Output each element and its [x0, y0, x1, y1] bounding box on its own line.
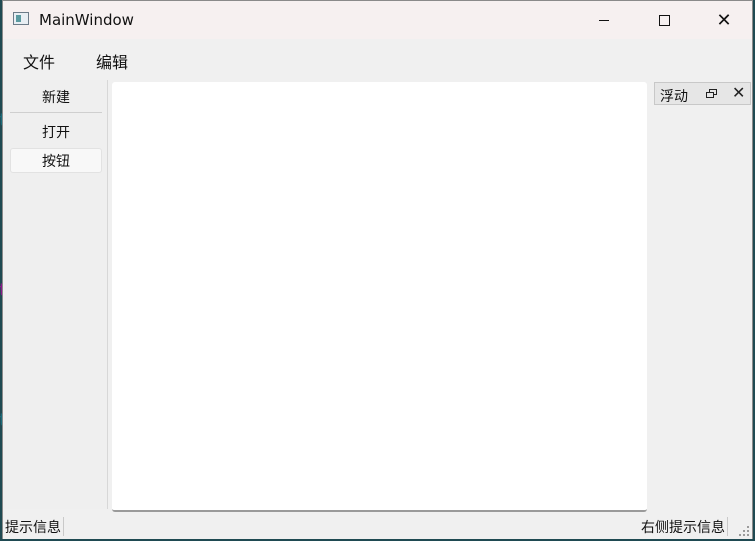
close-button[interactable]: ✕	[695, 1, 753, 39]
tool-bar: 新建 打开 按钮	[4, 80, 108, 509]
menu-edit[interactable]: 编辑	[96, 49, 128, 73]
float-icon[interactable]	[706, 89, 718, 99]
title-bar[interactable]: MainWindow ✕	[3, 1, 752, 39]
dock-title: 浮动	[660, 89, 688, 105]
open-button[interactable]: 打开	[10, 119, 102, 144]
push-button[interactable]: 按钮	[10, 148, 102, 173]
central-text-edit[interactable]	[112, 82, 647, 512]
minimize-button[interactable]	[575, 1, 633, 39]
status-bar: 提示信息 右侧提示信息	[3, 515, 752, 539]
maximize-button[interactable]	[635, 1, 693, 39]
minimize-icon	[599, 19, 609, 21]
dock-widget: 浮动 ✕	[654, 82, 751, 509]
main-window: MainWindow ✕ 文件 编辑 新建 打开 按钮 浮动 ✕ 提示信息 右侧…	[2, 0, 753, 539]
new-button[interactable]: 新建	[10, 84, 102, 109]
toolbar-separator	[10, 112, 102, 113]
status-message-left: 提示信息	[5, 517, 64, 536]
dock-close-icon[interactable]: ✕	[732, 83, 745, 102]
size-grip-icon[interactable]	[737, 524, 749, 536]
close-icon: ✕	[716, 9, 732, 31]
window-title: MainWindow	[39, 11, 134, 29]
menu-bar: 文件 编辑	[3, 41, 752, 75]
dock-title-bar[interactable]: 浮动 ✕	[654, 82, 751, 105]
menu-file[interactable]: 文件	[23, 49, 55, 73]
status-message-right: 右侧提示信息	[641, 517, 728, 536]
window-icon	[13, 12, 29, 25]
maximize-icon	[658, 14, 670, 26]
